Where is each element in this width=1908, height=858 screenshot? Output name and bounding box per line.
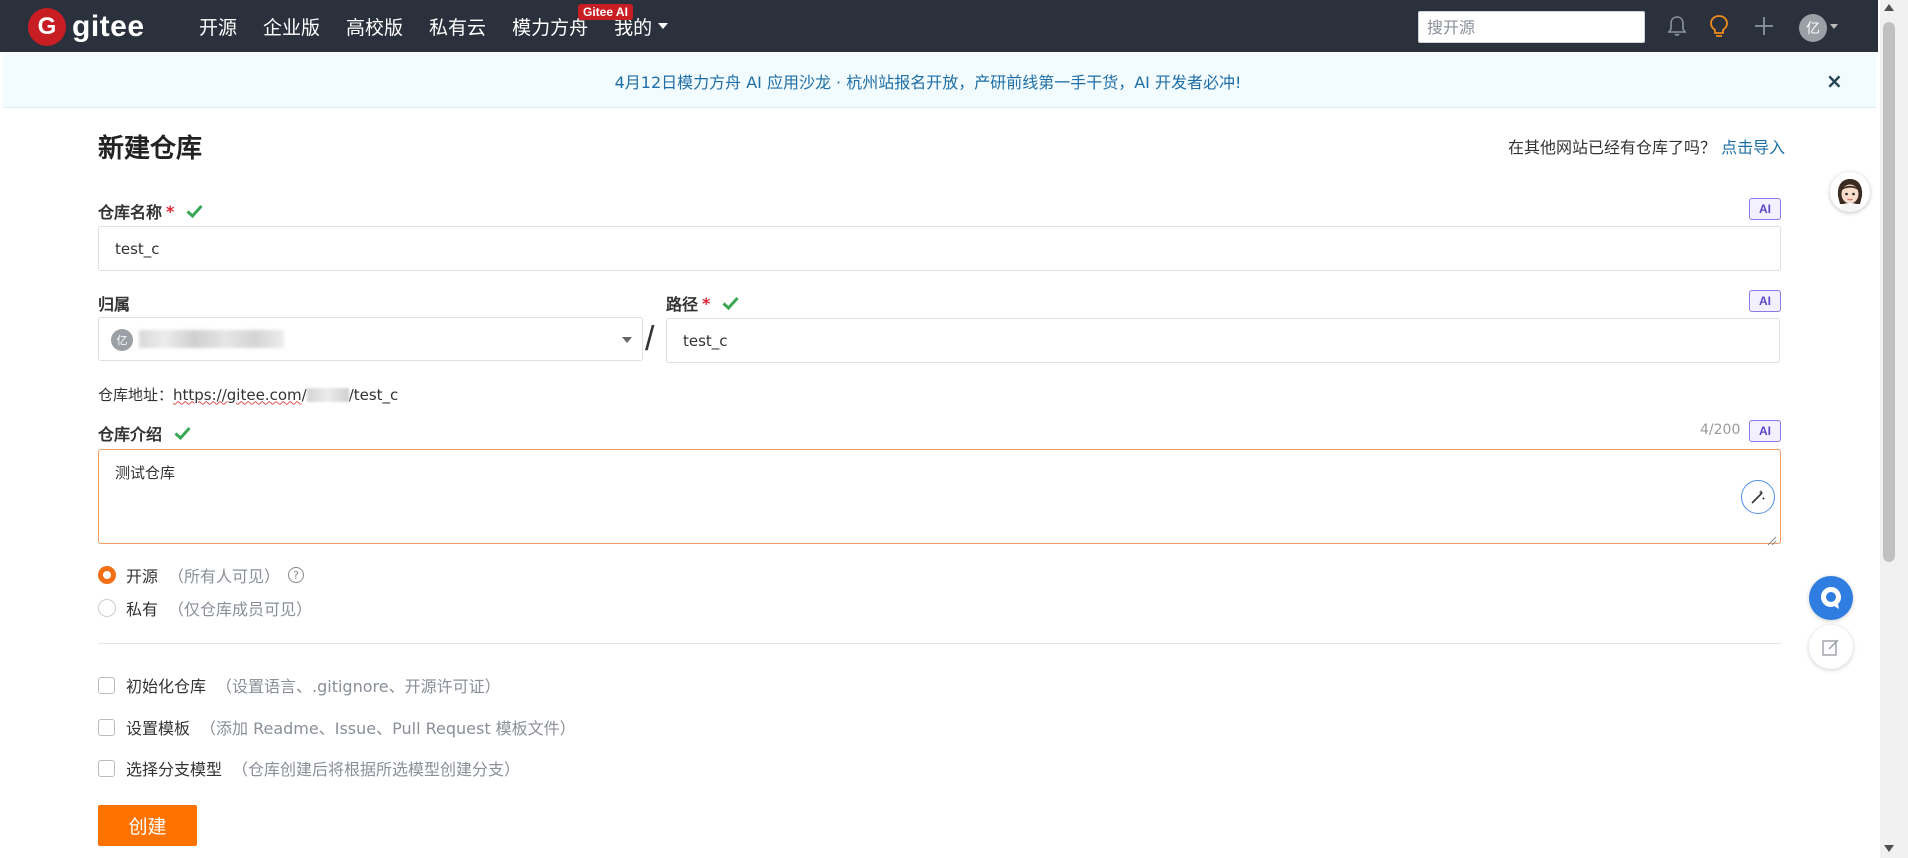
owner-select[interactable]: 亿 (98, 317, 643, 361)
repo-url-prefix: 仓库地址： (98, 386, 174, 404)
repo-url-host: https://gitee.com (173, 385, 302, 404)
visibility-private-hint: （仅仓库成员可见） (168, 600, 313, 619)
template-hint: （添加 Readme、Issue、Pull Request 模板文件） (200, 719, 576, 738)
check-icon (186, 204, 204, 218)
avatar-chevron-down-icon[interactable] (1830, 24, 1838, 29)
nav-open-source[interactable]: 开源 (199, 13, 237, 40)
visibility-public-radio[interactable]: 开源 （所有人可见） ? (98, 563, 305, 587)
radio-selected-icon (98, 566, 116, 584)
page-title: 新建仓库 (98, 134, 203, 164)
visibility-public-hint: （所有人可见） (168, 567, 281, 586)
create-button[interactable]: 创建 (98, 805, 197, 846)
chevron-down-icon (658, 23, 669, 29)
gitee-ai-badge: Gitee AI (578, 4, 633, 20)
description-ai-button[interactable]: AI (1749, 420, 1781, 442)
branch-model-hint: （仓库创建后将根据所选模型创建分支） (232, 760, 521, 779)
close-icon[interactable]: × (1826, 69, 1843, 93)
branch-model-label: 选择分支模型 (126, 760, 223, 779)
path-ai-button[interactable]: AI (1749, 290, 1781, 312)
import-prompt: 在其他网站已经有仓库了吗？ 点击导入 (1508, 134, 1785, 158)
repo-name-input[interactable] (98, 226, 1781, 271)
owner-label: 归属 (98, 295, 131, 314)
nav-moli-fangzhou[interactable]: 模力方舟 (512, 13, 588, 40)
import-link[interactable]: 点击导入 (1721, 138, 1785, 157)
description-label: 仓库介绍 (98, 421, 191, 445)
gitee-logo-text: gitee (72, 10, 145, 43)
import-prompt-text: 在其他网站已经有仓库了吗？ (1508, 138, 1717, 157)
init-repo-label: 初始化仓库 (126, 677, 207, 696)
required-mark: * (702, 293, 711, 313)
check-icon (174, 426, 191, 440)
branch-model-checkbox[interactable]: 选择分支模型 （仓库创建后将根据所选模型创建分支） (98, 756, 520, 780)
repo-name-label: 仓库名称 * (98, 199, 204, 223)
lightbulb-icon[interactable] (1706, 12, 1732, 40)
nav-enterprise[interactable]: 企业版 (263, 13, 320, 40)
feedback-edit-icon[interactable] (1809, 625, 1853, 669)
repo-name-label-text: 仓库名称 (98, 203, 163, 222)
nav-private-cloud[interactable]: 私有云 (429, 13, 486, 40)
chat-bot-icon[interactable] (1809, 576, 1853, 620)
checkbox-icon (98, 759, 115, 777)
top-navbar: G gitee 开源 企业版 高校版 私有云 模力方舟 我的 Gitee AI … (0, 0, 1878, 52)
template-checkbox[interactable]: 设置模板 （添加 Readme、Issue、Pull Request 模板文件） (98, 715, 576, 739)
init-repo-hint: （设置语言、.gitignore、开源许可证） (216, 677, 501, 696)
gitee-logo[interactable]: G gitee (28, 8, 145, 46)
owner-avatar: 亿 (111, 329, 133, 351)
scroll-up-arrow-icon[interactable] (1884, 4, 1894, 11)
question-icon[interactable]: ? (288, 567, 305, 583)
repo-name-ai-button[interactable]: AI (1749, 198, 1781, 220)
description-char-counter: 4/200 (1700, 422, 1741, 438)
scrollbar-thumb[interactable] (1883, 22, 1895, 562)
repo-url-owner-redacted (306, 387, 349, 402)
assistant-avatar-icon[interactable] (1830, 172, 1870, 212)
radio-unselected-icon (98, 599, 116, 617)
template-label: 设置模板 (126, 719, 191, 738)
visibility-public-label: 开源 (126, 567, 159, 586)
section-divider (98, 643, 1781, 644)
visibility-private-label: 私有 (126, 600, 159, 619)
init-repo-checkbox[interactable]: 初始化仓库 （设置语言、.gitignore、开源许可证） (98, 673, 501, 697)
chevron-down-icon (622, 337, 632, 343)
owner-name-redacted (139, 330, 284, 348)
announcement-bar: 4月12日模力方舟 AI 应用沙龙 · 杭州站报名开放，产研前线第一手干货，AI… (3, 53, 1876, 108)
check-icon (722, 296, 740, 310)
checkbox-icon (98, 718, 115, 736)
repo-url-repo: /test_c (348, 385, 399, 404)
visibility-private-radio[interactable]: 私有 （仅仓库成员可见） (98, 596, 312, 620)
gitee-logo-icon: G (28, 8, 66, 46)
required-mark: * (166, 201, 175, 221)
resize-handle-icon[interactable] (1767, 531, 1777, 546)
path-input[interactable] (666, 318, 1780, 363)
path-separator: / (645, 320, 655, 358)
plus-icon[interactable] (1751, 12, 1777, 40)
description-textarea[interactable]: 测试仓库 (98, 449, 1781, 544)
user-avatar[interactable]: 亿 (1799, 14, 1827, 42)
path-label-text: 路径 (666, 295, 699, 314)
nav-education[interactable]: 高校版 (346, 13, 403, 40)
path-label: 路径 * (666, 291, 740, 315)
search-input[interactable] (1418, 11, 1645, 43)
bell-icon[interactable] (1664, 12, 1690, 40)
repo-url: 仓库地址： https://gitee.com / /test_c (98, 384, 398, 405)
description-label-text: 仓库介绍 (98, 425, 163, 444)
announcement-link[interactable]: 4月12日模力方舟 AI 应用沙龙 · 杭州站报名开放，产研前线第一手干货，AI… (3, 53, 1853, 108)
magic-wand-icon[interactable] (1741, 480, 1775, 514)
checkbox-icon (98, 676, 115, 694)
scroll-down-arrow-icon[interactable] (1884, 845, 1894, 852)
